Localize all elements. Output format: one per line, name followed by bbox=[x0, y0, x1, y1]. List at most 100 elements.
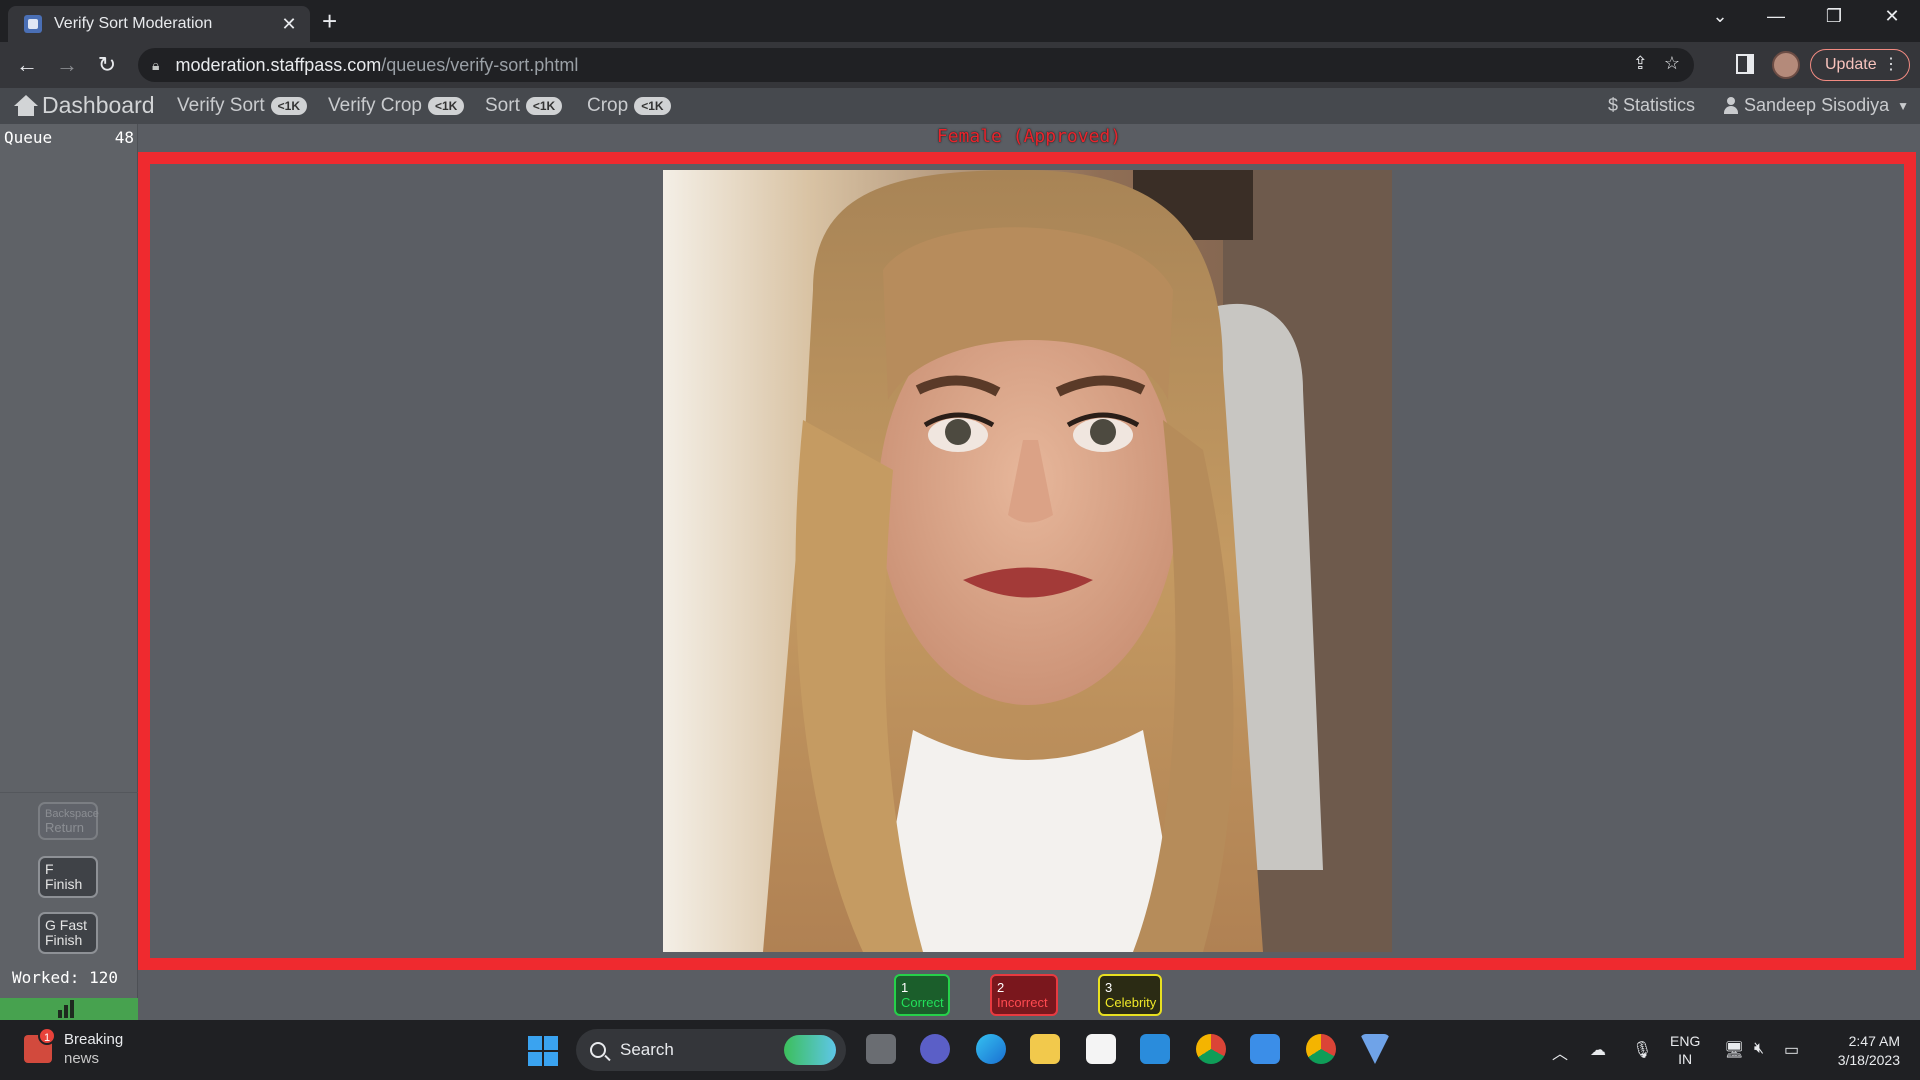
forward-icon[interactable]: → bbox=[52, 51, 82, 79]
search-label: Search bbox=[620, 1040, 674, 1059]
system-clock[interactable]: 2:47 AM 3/18/2023 bbox=[1820, 1032, 1900, 1070]
window-close-icon[interactable]: ✕ bbox=[1872, 6, 1912, 27]
url-bar[interactable]: 🔒︎ moderation.staffpass.com /queues/veri… bbox=[138, 48, 1694, 82]
restore-icon[interactable]: ❐ bbox=[1814, 6, 1854, 27]
nav-verify-crop-badge: <1K bbox=[427, 97, 465, 115]
profile-avatar[interactable] bbox=[1772, 51, 1800, 79]
lock-icon[interactable]: 🔒︎ bbox=[152, 57, 159, 74]
statistics-link[interactable]: $ Statistics bbox=[1608, 95, 1695, 116]
nav-verify-sort[interactable]: Verify Sort <1K bbox=[177, 95, 308, 117]
address-toolbar: ← → ↻ 🔒︎ moderation.staffpass.com /queue… bbox=[0, 42, 1920, 88]
edge-icon[interactable] bbox=[976, 1034, 1006, 1064]
queue-label: Queue bbox=[4, 128, 53, 147]
clock-time: 2:47 AM bbox=[1848, 1033, 1900, 1049]
nav-verify-sort-badge: <1K bbox=[270, 97, 308, 115]
correct-key: 1 bbox=[901, 980, 909, 995]
fast-finish-key: G bbox=[45, 917, 56, 933]
correct-label: Correct bbox=[901, 995, 944, 1010]
return-button[interactable]: Backspace Return bbox=[38, 802, 99, 840]
tab-title: Verify Sort Moderation bbox=[54, 15, 213, 32]
fast-finish-button[interactable]: G Fast Finish bbox=[38, 912, 98, 954]
back-icon[interactable]: ← bbox=[12, 51, 42, 79]
news-icon: 1 bbox=[24, 1027, 56, 1063]
windows-start-icon[interactable] bbox=[528, 1036, 558, 1066]
reload-icon[interactable]: ↻ bbox=[92, 51, 122, 79]
notepad-icon[interactable] bbox=[1250, 1034, 1280, 1064]
finish-label: Finish bbox=[45, 876, 83, 892]
portrait-image bbox=[663, 170, 1392, 952]
fast-finish-label-fast: Fast bbox=[59, 917, 88, 933]
search-icon bbox=[590, 1042, 606, 1058]
nav-sort-badge: <1K bbox=[525, 97, 563, 115]
queue-count: 48 bbox=[114, 128, 134, 147]
minimize-icon[interactable]: — bbox=[1756, 6, 1796, 27]
taskbar-search[interactable]: Search bbox=[576, 1029, 846, 1071]
nav-sort-label: Sort bbox=[485, 95, 520, 116]
celebrity-button[interactable]: 3 Celebrity bbox=[1098, 974, 1162, 1016]
chrome-icon[interactable] bbox=[1196, 1034, 1226, 1064]
side-panel-icon[interactable] bbox=[1736, 54, 1754, 74]
lang-region: IN bbox=[1678, 1051, 1693, 1067]
incorrect-button[interactable]: 2 Incorrect bbox=[990, 974, 1058, 1016]
celebrity-key: 3 bbox=[1105, 980, 1113, 995]
app-navbar: Dashboard Verify Sort <1K Verify Crop <1… bbox=[0, 88, 1920, 124]
bookmark-star-icon[interactable]: ☆ bbox=[1664, 53, 1680, 74]
classification-label: Female (Approved) bbox=[936, 126, 1122, 147]
update-label: Update bbox=[1825, 56, 1877, 73]
user-name: Sandeep Sisodiya bbox=[1744, 95, 1890, 115]
nav-verify-sort-label: Verify Sort bbox=[177, 95, 265, 116]
site-favicon-icon bbox=[24, 15, 42, 33]
store-icon[interactable] bbox=[1086, 1034, 1116, 1064]
caret-down-icon: ▼ bbox=[1897, 98, 1909, 113]
share-icon[interactable]: ⇪ bbox=[1633, 53, 1648, 74]
news-badge: 1 bbox=[38, 1027, 56, 1045]
volume-muted-icon[interactable]: 🔇︎ bbox=[1754, 1040, 1764, 1058]
action-bar: 1 Correct 2 Incorrect 3 Celebrity bbox=[0, 970, 1920, 1020]
incorrect-label: Incorrect bbox=[997, 995, 1048, 1010]
mail-icon[interactable] bbox=[1140, 1034, 1170, 1064]
fast-finish-label: Finish bbox=[45, 932, 83, 948]
queue-sidebar: Queue 48 Backspace Return F Finish G Fas… bbox=[0, 124, 138, 1020]
lang-code: ENG bbox=[1670, 1033, 1701, 1049]
dashboard-label: Dashboard bbox=[42, 92, 155, 118]
nav-sort[interactable]: Sort <1K bbox=[485, 95, 563, 117]
vpn-app-icon[interactable] bbox=[1360, 1034, 1390, 1064]
file-explorer-icon[interactable] bbox=[1030, 1034, 1060, 1064]
user-icon bbox=[1724, 96, 1738, 115]
network-icon[interactable]: 🖥︎ bbox=[1724, 1040, 1744, 1060]
battery-icon[interactable]: ▭ bbox=[1784, 1040, 1799, 1060]
dashboard-link[interactable]: Dashboard bbox=[14, 92, 155, 119]
incorrect-key: 2 bbox=[997, 980, 1005, 995]
search-highlight-icon bbox=[784, 1035, 836, 1065]
tray-chevron-icon[interactable]: ︿ bbox=[1552, 1040, 1568, 1064]
news-widget[interactable]: 1 Breaking news bbox=[24, 1027, 123, 1068]
tab-search-chevron-icon[interactable]: ⌄ bbox=[1700, 6, 1740, 27]
url-host: moderation.staffpass.com bbox=[175, 54, 382, 75]
url-path: /queues/verify-sort.phtml bbox=[381, 54, 579, 75]
tab-close-icon[interactable]: ✕ bbox=[278, 14, 300, 35]
chrome-profile-icon[interactable] bbox=[1306, 1034, 1336, 1064]
onedrive-icon[interactable]: ☁ bbox=[1590, 1040, 1606, 1060]
user-menu[interactable]: Sandeep Sisodiya ▼ bbox=[1724, 95, 1909, 116]
language-indicator[interactable]: ENG IN bbox=[1670, 1032, 1700, 1068]
nav-crop[interactable]: Crop <1K bbox=[587, 95, 671, 117]
browser-tab[interactable]: Verify Sort Moderation ✕ bbox=[8, 6, 310, 42]
celebrity-label: Celebrity bbox=[1105, 995, 1157, 1010]
update-button[interactable]: Update ⋮ bbox=[1810, 49, 1910, 81]
task-view-icon[interactable] bbox=[866, 1034, 896, 1064]
finish-button[interactable]: F Finish bbox=[38, 856, 98, 898]
menu-dots-icon[interactable]: ⋮ bbox=[1883, 55, 1899, 75]
microphone-icon[interactable]: 🎙︎ bbox=[1632, 1040, 1652, 1060]
queue-counter: Queue 48 bbox=[4, 128, 134, 147]
home-icon bbox=[14, 94, 38, 117]
return-label: Return bbox=[45, 820, 85, 835]
nav-verify-crop-label: Verify Crop bbox=[328, 95, 422, 116]
finish-key: F bbox=[45, 861, 54, 877]
correct-button[interactable]: 1 Correct bbox=[894, 974, 950, 1016]
review-photo[interactable] bbox=[663, 170, 1392, 952]
browser-tab-bar: Verify Sort Moderation ✕ + ⌄ — ❐ ✕ bbox=[0, 0, 1920, 42]
nav-verify-crop[interactable]: Verify Crop <1K bbox=[328, 95, 465, 117]
sidebar-divider bbox=[0, 792, 138, 793]
new-tab-icon[interactable]: + bbox=[322, 6, 337, 36]
teams-chat-icon[interactable] bbox=[920, 1034, 950, 1064]
